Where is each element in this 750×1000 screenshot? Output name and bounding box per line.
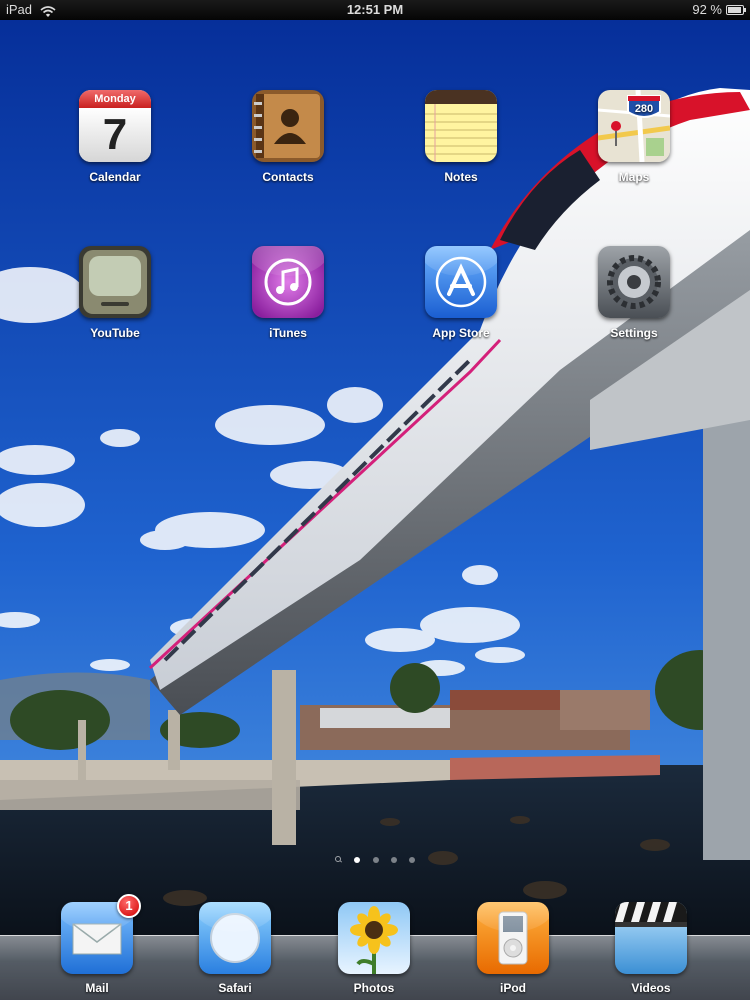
dock-app-mail[interactable]: 1 Mail — [42, 894, 152, 995]
page-dot-2[interactable] — [372, 856, 379, 863]
app-label: iPod — [500, 981, 526, 995]
app-label: Photos — [353, 981, 395, 995]
dock-app-videos[interactable]: Videos — [596, 902, 706, 995]
app-label: Notes — [444, 170, 478, 184]
itunes-icon — [252, 246, 324, 318]
battery-icon — [726, 5, 746, 15]
videos-icon — [615, 902, 687, 974]
photos-icon — [338, 902, 410, 974]
settings-icon — [598, 246, 670, 318]
app-label: Safari — [218, 981, 252, 995]
app-label: Contacts — [262, 170, 314, 184]
maps-icon: 280 — [598, 90, 670, 162]
dock-app-safari[interactable]: Safari — [180, 902, 290, 995]
safari-icon — [199, 902, 271, 974]
app-label: iTunes — [269, 326, 307, 340]
page-dot-3[interactable] — [390, 856, 397, 863]
app-label: Calendar — [89, 170, 141, 184]
app-app-store[interactable]: App Store — [406, 246, 516, 340]
ipod-icon — [477, 902, 549, 974]
app-store-icon — [425, 246, 497, 318]
app-maps[interactable]: 280 Maps — [579, 90, 689, 184]
notes-icon — [425, 90, 497, 162]
dock-app-photos[interactable]: Photos — [319, 902, 429, 995]
app-calendar[interactable]: Monday 7 Calendar — [60, 90, 170, 184]
calendar-icon: Monday 7 — [79, 90, 151, 162]
dock-app-ipod[interactable]: iPod — [458, 902, 568, 995]
page-indicator[interactable] — [0, 851, 750, 869]
route-shield-number: 280 — [635, 103, 653, 115]
page-dot-4[interactable] — [409, 856, 416, 863]
status-bar: iPad 12:51 PM 92 % — [0, 0, 750, 20]
app-itunes[interactable]: iTunes — [233, 246, 343, 340]
app-label: Videos — [631, 981, 671, 995]
clock: 12:51 PM — [346, 2, 404, 17]
app-notes[interactable]: Notes — [406, 90, 516, 184]
battery-percentage: 92 % — [692, 2, 722, 17]
app-label: Settings — [610, 326, 658, 340]
youtube-icon — [79, 246, 151, 318]
app-label: YouTube — [90, 326, 140, 340]
spotlight-search-icon[interactable] — [334, 856, 342, 863]
mail-unread-badge: 1 — [117, 894, 141, 918]
page-dot-1[interactable] — [354, 856, 361, 863]
calendar-date-number: 7 — [79, 108, 151, 162]
app-label: Maps — [618, 170, 650, 184]
app-youtube[interactable]: YouTube — [60, 246, 170, 340]
calendar-day-label: Monday — [79, 90, 151, 108]
app-contacts[interactable]: Contacts — [233, 90, 343, 184]
app-label: Mail — [85, 981, 109, 995]
app-label: App Store — [432, 326, 490, 340]
app-settings[interactable]: Settings — [579, 246, 689, 340]
contacts-icon — [252, 90, 324, 162]
